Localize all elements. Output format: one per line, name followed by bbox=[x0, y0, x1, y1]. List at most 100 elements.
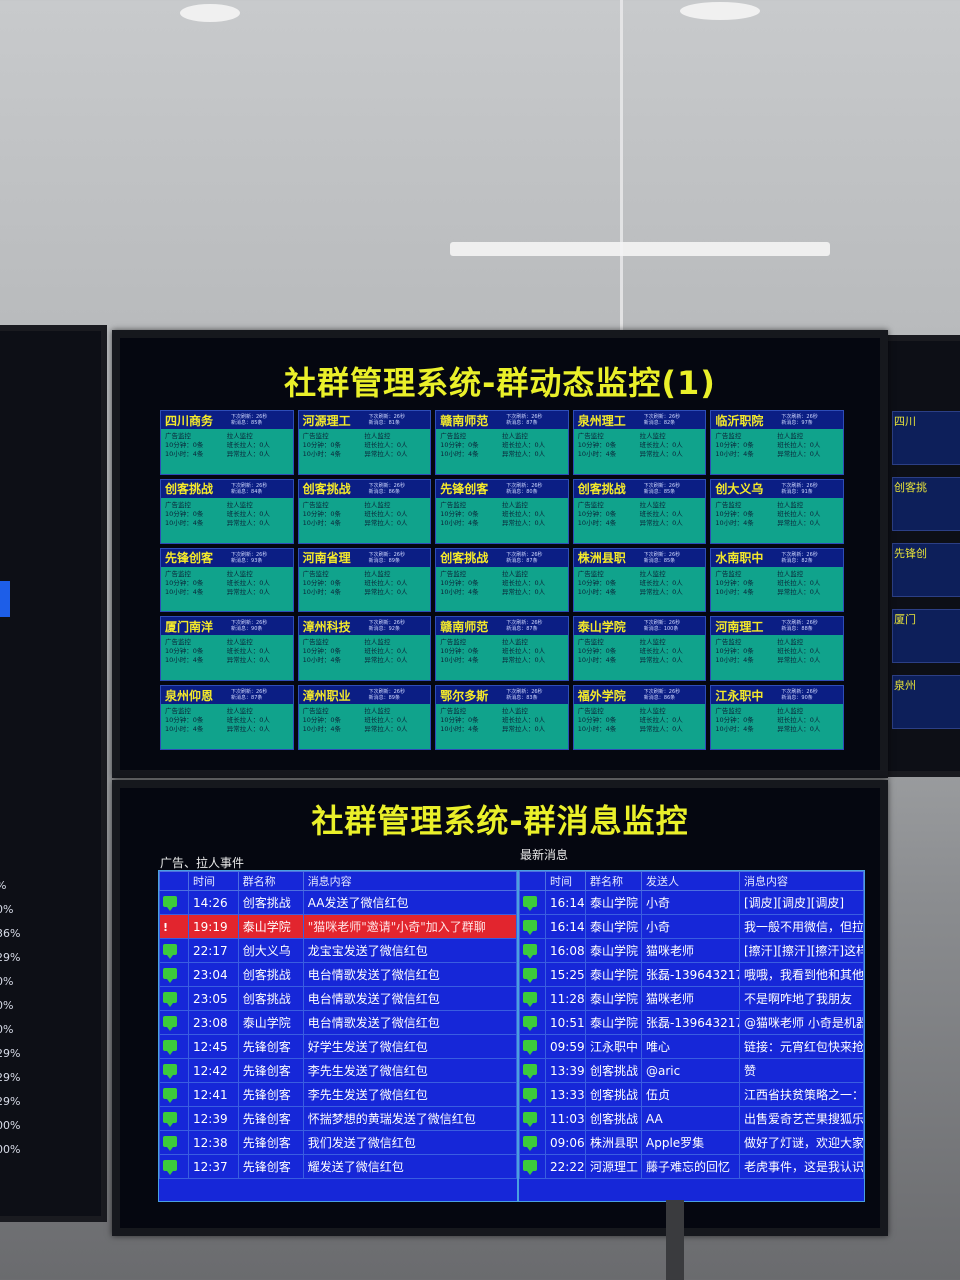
latest-message-row[interactable]: 16:14 泰山学院 小奇 [调皮][调皮][调皮] bbox=[519, 890, 864, 915]
latest-message-row[interactable]: 16:08泰山学院猫咪老师[擦汗][擦汗][擦汗]这样也 bbox=[519, 938, 864, 963]
latest-message-row[interactable]: 11:28 泰山学院 猫咪老师 不是啊咋地了我朋友 bbox=[519, 986, 864, 1011]
ad-10h: 10小时：4条 bbox=[577, 725, 617, 734]
card-header: 创客挑战 下次刷新：26秒 新消息：84条 bbox=[161, 479, 293, 498]
ad-event-row[interactable]: 12:41 先锋创客 李先生发送了微信红包 bbox=[159, 1082, 517, 1107]
left-percent-value: 29% bbox=[0, 951, 21, 964]
right-side-monitor: 四川 创客挑 先锋创 厦门 泉州 bbox=[880, 335, 960, 777]
message-icon bbox=[523, 1039, 537, 1055]
group-card[interactable]: 河南理工 下次刷新：26秒 新消息：88条 广告监控 10分钟：0条 10小时：4条 拉人监… bbox=[710, 616, 844, 682]
group-card[interactable]: 赣南师范 下次刷新：26秒 新消息：87条 广告监控 10分钟：0条 10小时：4条 拉人监… bbox=[435, 616, 569, 682]
left-blue-bar bbox=[0, 581, 10, 617]
row-content: 我们发送了微信红包 bbox=[302, 1130, 517, 1155]
left-percent-value: 00% bbox=[0, 1143, 21, 1156]
group-card-grid: 四川商务 下次刷新：26秒 新消息：85条 广告监控 10分钟：0条 10小时：4条 拉人监… bbox=[160, 410, 844, 750]
card-new-messages: 新消息：97条 bbox=[781, 420, 817, 426]
ad-event-row[interactable]: 12:38 先锋创客 我们发送了微信红包 bbox=[159, 1130, 517, 1155]
pull-abnormal: 异常拉人：0人 bbox=[502, 450, 546, 458]
group-card[interactable]: 泉州仰恩 下次刷新：26秒 新消息：87条 广告监控 10分钟：0条 10小时：4条 拉人监… bbox=[160, 685, 294, 750]
group-card[interactable]: 先锋创客 下次刷新：26秒 新消息：93条 广告监控 10分钟：0条 10小时：4条 拉人监… bbox=[160, 547, 294, 613]
ad-event-row[interactable]: 14:26 创客挑战 AA发送了微信红包 bbox=[159, 890, 517, 915]
group-card[interactable]: 创客挑战 下次刷新：26秒 新消息：87条 广告监控 10分钟：0条 10小时：4条 拉人监… bbox=[435, 547, 569, 613]
group-card[interactable]: 鄂尔多斯 下次刷新：26秒 新消息：83条 广告监控 10分钟：0条 10小时：4条 拉人监… bbox=[435, 685, 569, 750]
card-header: 株洲县职 下次刷新：26秒 新消息：85条 bbox=[573, 548, 706, 567]
message-icon bbox=[163, 991, 177, 1007]
latest-message-row[interactable]: 10:51泰山学院张磊-1396432177@猫咪老师 小奇是机器人 bbox=[519, 1010, 864, 1035]
ad-10h: 10小时：4条 bbox=[302, 656, 342, 665]
group-card[interactable]: 创大义乌 下次刷新：26秒 新消息：91条 广告监控 10分钟：0条 10小时：4条 拉人监… bbox=[710, 478, 844, 544]
group-card[interactable]: 福外学院 下次刷新：26秒 新消息：86条 广告监控 10分钟：0条 10小时：4条 拉人监… bbox=[572, 685, 707, 750]
ad-event-row[interactable]: 22:17 创大义乌 龙宝宝发送了微信红包 bbox=[159, 938, 517, 963]
group-card[interactable]: 泰山学院 下次刷新：26秒 新消息：100条 广告监控 10分钟：0条 10小时：4条 拉人… bbox=[572, 616, 707, 682]
group-card[interactable]: 创客挑战 下次刷新：26秒 新消息：84条 广告监控 10分钟：0条 10小时：4条 拉人监… bbox=[160, 478, 294, 544]
ad-event-row[interactable]: 12:39 先锋创客 怀揣梦想的黄瑞发送了微信红包 bbox=[159, 1106, 517, 1131]
card-new-messages: 新消息：85条 bbox=[231, 420, 267, 426]
message-icon bbox=[163, 943, 177, 959]
row-content: 我一般不用微信，但拉我 bbox=[739, 914, 864, 939]
latest-message-row[interactable]: 22:22 河源理工 藤子难忘的回忆 老虎事件，这是我认识的 bbox=[519, 1154, 864, 1179]
latest-message-row[interactable]: 15:25泰山学院张磊-1396432177哦哦，我看到他和其他人 bbox=[519, 962, 864, 987]
group-card[interactable]: 临沂职院 下次刷新：26秒 新消息：97条 广告监控 10分钟：0条 10小时：4条 拉人监… bbox=[710, 410, 844, 475]
card-meta: 下次刷新：26秒 新消息：89条 bbox=[365, 689, 405, 701]
group-card[interactable]: 泉州理工 下次刷新：26秒 新消息：82条 广告监控 10分钟：0条 10小时：4条 拉人监… bbox=[572, 410, 707, 475]
group-card[interactable]: 河南省理 下次刷新：26秒 新消息：89条 广告监控 10分钟：0条 10小时：4条 拉人监… bbox=[297, 547, 432, 613]
group-card[interactable]: 水南职中 下次刷新：26秒 新消息：82条 广告监控 10分钟：0条 10小时：4条 拉人监… bbox=[710, 547, 844, 613]
group-card[interactable]: 先锋创客 下次刷新：26秒 新消息：80条 广告监控 10分钟：0条 10小时：4条 拉人监… bbox=[435, 478, 569, 544]
group-card[interactable]: 赣南师范 下次刷新：26秒 新消息：87条 广告监控 10分钟：0条 10小时：4条 拉人监… bbox=[435, 410, 569, 475]
latest-messages-label: 最新消息 bbox=[520, 848, 569, 862]
ad-event-row[interactable]: 12:37 先锋创客 耀发送了微信红包 bbox=[159, 1154, 517, 1179]
ad-event-row[interactable]: 12:42 先锋创客 李先生发送了微信红包 bbox=[159, 1058, 517, 1083]
ad-monitor-col: 广告监控 10分钟：0条 10小时：4条 bbox=[165, 638, 227, 665]
ad-event-row[interactable]: 12:45 先锋创客 好学生发送了微信红包 bbox=[159, 1034, 517, 1059]
pull-leader: 班长拉人：0人 bbox=[364, 441, 408, 449]
ad-event-row[interactable]: 23:04 创客挑战 电台情歌发送了微信红包 bbox=[159, 962, 517, 987]
message-icon bbox=[523, 943, 537, 959]
card-new-messages: 新消息：85条 bbox=[644, 489, 680, 495]
ad-events-panel[interactable]: 时间 群名称 消息内容 14:26 创客挑战 AA发送了微信红包! 19:19 泰山学院… bbox=[158, 870, 518, 1202]
row-sender: @aric bbox=[641, 1058, 740, 1083]
card-group-name: 河南省理 bbox=[302, 551, 351, 566]
group-card[interactable]: 创客挑战 下次刷新：26秒 新消息：86条 广告监控 10分钟：0条 10小时：4条 拉人监… bbox=[297, 478, 432, 544]
group-card[interactable]: 漳州职业 下次刷新：26秒 新消息：89条 广告监控 10分钟：0条 10小时：4条 拉人监… bbox=[297, 685, 432, 750]
group-card[interactable]: 创客挑战 下次刷新：26秒 新消息：85条 广告监控 10分钟：0条 10小时：4条 拉人监… bbox=[572, 478, 707, 544]
row-icon-cell bbox=[519, 1058, 546, 1083]
row-content: AA发送了微信红包 bbox=[302, 890, 517, 915]
pull-abnormal: 异常拉人：0人 bbox=[777, 656, 821, 665]
ad-10h: 10小时：4条 bbox=[302, 450, 342, 458]
new-msg-label: 新消息： bbox=[643, 626, 664, 633]
row-icon-cell bbox=[519, 890, 546, 915]
ad-10h: 10小时：4条 bbox=[715, 518, 754, 527]
latest-message-row[interactable]: 11:03 创客挑战 AA 出售爱奇艺芒果搜狐乐视 bbox=[519, 1106, 864, 1131]
latest-message-row[interactable]: 13:33 创客挑战 伍贞 江西省扶贫策略之一：依 bbox=[519, 1082, 864, 1107]
ad-event-row[interactable]: 23:05 创客挑战 电台情歌发送了微信红包 bbox=[159, 986, 517, 1011]
group-card[interactable]: 江永职中 下次刷新：26秒 新消息：90条 广告监控 10分钟：0条 10小时：4条 拉人监… bbox=[710, 685, 844, 750]
pull-monitor-col: 拉人监控 班长拉人：0人 异常拉人：0人 bbox=[364, 501, 426, 528]
card-meta: 下次刷新：26秒 新消息：90条 bbox=[227, 620, 267, 632]
latest-message-row[interactable]: 13:39 创客挑战 @aric 赞 bbox=[519, 1058, 864, 1083]
card-body: 广告监控 10分钟：0条 10小时：4条 拉人监控 班长拉人：0人 异常拉人：0人 bbox=[299, 498, 431, 528]
pull-leader: 班长拉人：0人 bbox=[777, 716, 821, 725]
latest-message-row[interactable]: 09:06 株洲县职 Apple罗集 做好了灯谜，欢迎大家来 bbox=[519, 1130, 864, 1155]
message-icon bbox=[523, 1015, 537, 1031]
ad-event-row[interactable]: ! 19:19 泰山学院 "猫咪老师"邀请"小奇"加入了群聊 bbox=[159, 914, 517, 939]
ad-10h: 10小时：4条 bbox=[440, 725, 479, 734]
group-card[interactable]: 厦门南洋 下次刷新：26秒 新消息：90条 广告监控 10分钟：0条 10小时：4条 拉人监… bbox=[160, 616, 294, 682]
ad-monitor-heading: 广告监控 bbox=[577, 500, 604, 509]
ad-monitor-col: 广告监控 10分钟：0条 10小时：4条 bbox=[303, 570, 365, 597]
new-msg-label: 新消息： bbox=[781, 488, 802, 495]
group-card[interactable]: 漳州科技 下次刷新：26秒 新消息：92条 广告监控 10分钟：0条 10小时：4条 拉人监… bbox=[297, 616, 432, 682]
ad-monitor-heading: 广告监控 bbox=[715, 500, 742, 509]
group-card[interactable]: 株洲县职 下次刷新：26秒 新消息：85条 广告监控 10分钟：0条 10小时：4条 拉人监… bbox=[572, 547, 707, 613]
pull-monitor-col: 拉人监控 班长拉人：0人 异常拉人：0人 bbox=[640, 570, 702, 597]
pull-abnormal: 异常拉人：0人 bbox=[777, 450, 821, 458]
latest-messages-panel[interactable]: 时间 群名称 发送人 消息内容 16:14 泰山学院 小奇 [调皮][调皮][调皮] 1… bbox=[518, 870, 865, 1202]
latest-message-row[interactable]: 09:59 江永职中 唯心 链接：元宵红包快来抢啦 bbox=[519, 1034, 864, 1059]
new-msg-count: 86条 bbox=[663, 695, 676, 702]
ad-event-row[interactable]: 23:08 泰山学院 电台情歌发送了微信红包 bbox=[159, 1010, 517, 1035]
ad-monitor-heading: 广告监控 bbox=[440, 500, 467, 509]
row-sender: 唯心 bbox=[641, 1034, 740, 1059]
group-card[interactable]: 河源理工 下次刷新：26秒 新消息：81条 广告监控 10分钟：0条 10小时：4条 拉人监… bbox=[297, 410, 432, 475]
latest-message-row[interactable]: 16:14 泰山学院 小奇 我一般不用微信，但拉我 bbox=[519, 914, 864, 939]
row-group: 先锋创客 bbox=[237, 1082, 304, 1107]
card-new-messages: 新消息：87条 bbox=[231, 695, 267, 701]
group-card[interactable]: 四川商务 下次刷新：26秒 新消息：85条 广告监控 10分钟：0条 10小时：4条 拉人监… bbox=[160, 410, 294, 475]
